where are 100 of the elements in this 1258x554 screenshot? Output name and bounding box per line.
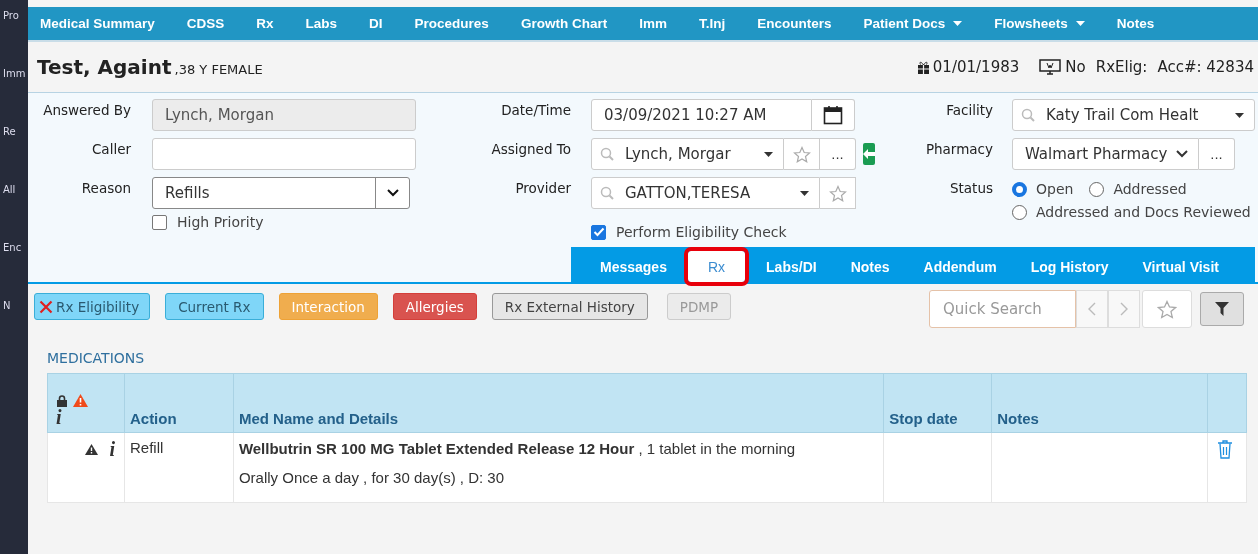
nav-item[interactable]: Medical Summary [40,16,155,31]
field-label: Pharmacy [925,141,993,157]
answered-by-field[interactable]: Lynch, Morgan [152,99,416,131]
toolbar-button[interactable]: Rx Eligibility [34,293,151,320]
calendar-icon [823,105,843,125]
nav-item[interactable]: T.Inj [698,16,726,31]
toolbar-button[interactable]: Allergies [392,293,477,320]
table-cell: Refill [124,432,234,503]
gift-icon [917,60,929,74]
warning-icon [85,443,99,455]
info-icon: i [56,407,62,427]
favorite-button[interactable] [1142,290,1192,328]
tab[interactable]: Labs/DI [749,251,834,282]
tab[interactable]: Virtual Visit [1125,251,1236,282]
chevron-icon [386,189,399,197]
checkbox[interactable]: High Priority [152,214,264,230]
nav-item[interactable]: CDSS [186,16,225,31]
search-field[interactable]: Quick Search [929,290,1076,328]
monitor-icon [1039,59,1062,75]
next-button[interactable] [1108,290,1140,328]
patient-details: ,38 Y FEMALE [174,62,263,77]
tab[interactable]: Log History [1013,251,1126,282]
patient-name: Test, Againt [37,55,172,79]
nav-item[interactable]: Labs [305,16,338,31]
table-header [1207,373,1247,433]
radio-button[interactable]: Addressed [1089,181,1187,197]
caret-icon [800,190,809,196]
sidebar-item[interactable]: Pro [3,10,19,21]
account-number: Acc#: 42834 [1157,58,1254,76]
cross-icon [39,299,53,314]
sidebar-item[interactable]: Enc [3,242,22,253]
field-label: Facility [946,102,993,118]
sidebar-item[interactable]: Imm [3,68,26,79]
toolbar-button[interactable]: Current Rx [165,293,264,320]
nav-item[interactable]: Growth Chart [520,16,608,31]
trash-icon [1216,439,1233,459]
column-header: Med Name and Details [233,373,884,433]
facility-field[interactable]: Katy Trail Com Healt [1012,99,1255,131]
warning-icon [73,394,88,407]
search-icon [600,186,614,200]
check-icon [592,227,605,237]
favorite-button[interactable] [784,138,820,170]
chevron-icon [1176,150,1188,158]
star-icon [1157,299,1177,319]
arrow-left-icon [863,149,875,159]
star-icon [792,145,811,163]
checkbox[interactable]: Perform Eligibility Check [591,224,787,240]
nav-item[interactable]: Procedures [414,16,489,31]
portal-status: No [1065,58,1086,76]
chevron-left-icon [1088,302,1096,316]
field-label: Assigned To [491,141,571,157]
section-title: MEDICATIONS [47,350,146,366]
nav-item[interactable]: Patient Docs [863,16,963,31]
column-header: Notes [991,373,1208,433]
more-button[interactable]: ... [1199,138,1235,170]
rx-eligibility-label: RxElig: [1095,58,1148,76]
medication-name: Wellbutrin SR 100 MG Tablet Extended Release 12 Hour , 1 tablet in the morning [238,439,797,459]
star-icon [828,184,847,202]
radio-button[interactable]: Addressed and Docs Reviewed [1012,204,1251,220]
nav-item[interactable]: DI [369,16,383,31]
caret-icon [764,151,773,157]
column-header: Stop date [883,373,992,433]
filter-icon [1215,302,1229,316]
tab[interactable]: Notes [833,251,907,282]
previous-button[interactable] [1076,290,1108,328]
toolbar-button[interactable]: Rx External History [491,293,648,320]
nav-item[interactable]: Notes [1116,16,1155,31]
sidebar-item[interactable]: Re [3,126,16,137]
field-label: Reason [81,180,131,196]
lock-icon [57,394,67,407]
radio-button[interactable]: Open [1012,181,1074,197]
search-icon [600,147,614,161]
provider-field[interactable]: GATTON,TERESA [591,177,820,209]
nav-item[interactable]: Flowsheets [994,16,1085,31]
birth-date: 01/01/1983 [932,58,1020,76]
tab[interactable]: Addendum [906,251,1014,282]
tab[interactable]: Messages [583,251,684,282]
date-time-field[interactable]: 03/09/2021 10:27 AM [591,99,812,131]
filter-button[interactable] [1200,292,1244,326]
info-icon[interactable]: i [109,439,115,459]
medication-details: Orally Once a day , for 30 day(s) , D: 30 [238,469,505,486]
sidebar-item[interactable]: N [3,300,11,311]
more-button[interactable]: ... [820,138,856,170]
reason-select[interactable]: Refills [152,177,410,209]
nav-item[interactable]: Encounters [757,16,832,31]
sidebar-item[interactable]: All [3,184,16,195]
field-label: Date/Time [501,102,571,118]
field-label: Answered By [43,102,131,118]
pharmacy-select[interactable]: Walmart Pharmacy [1012,138,1199,170]
caller-field[interactable] [152,138,416,170]
field-label: Status [949,180,993,196]
chevron-right-icon [1120,302,1128,316]
calendar-button[interactable] [812,99,855,131]
assigned-to-field[interactable]: Lynch, Morgar [591,138,784,170]
column-header: Action [124,373,234,433]
nav-item[interactable]: Rx [256,16,274,31]
back-button[interactable] [863,143,875,165]
favorite-button[interactable] [820,177,856,209]
search-icon [1021,108,1035,122]
nav-item[interactable]: Imm [639,16,667,31]
